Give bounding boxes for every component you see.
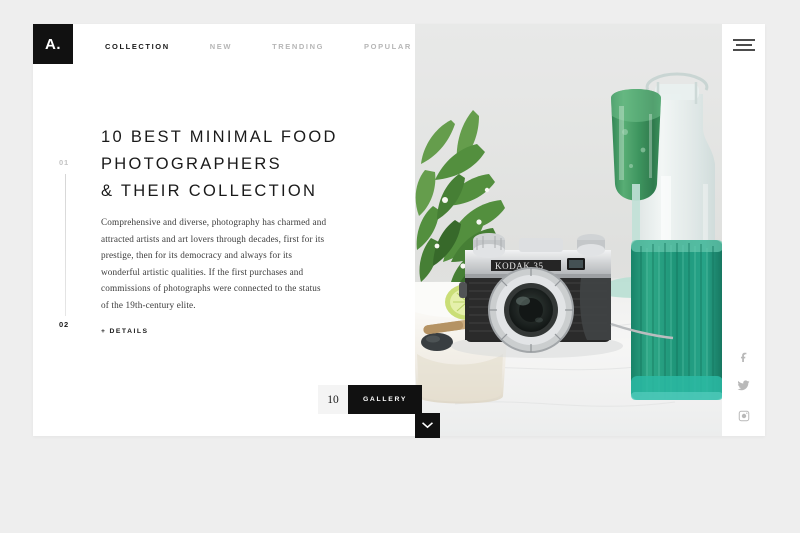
hamburger-menu-icon[interactable] [733,39,755,53]
instagram-icon[interactable] [737,409,750,422]
page-title: 10 BEST MINIMAL FOOD PHOTOGRAPHERS & THE… [101,124,401,205]
details-link-label: DETAILS [109,328,149,335]
hamburger-line-bottom [733,49,755,51]
page-title-line-3: & THEIR COLLECTION [101,182,318,200]
gallery-button[interactable]: GALLERY [348,385,422,414]
hero-photo-illustration: KODAK 35 [415,24,722,436]
hero-description: Comprehensive and diverse, photography h… [101,217,327,310]
hero-photo: KODAK 35 [415,24,722,436]
page-title-line-1: 10 BEST MINIMAL FOOD [101,128,338,146]
hero-content: 01 02 10 BEST MINIMAL FOOD PHOTOGRAPHERS… [33,24,415,436]
page-title-line-2: PHOTOGRAPHERS [101,155,282,173]
details-link[interactable]: + DETAILS [101,328,149,335]
slide-rail-line [65,174,66,316]
page-root: A. COLLECTION NEW TRENDING POPULAR 01 02… [0,0,800,533]
hero-card: A. COLLECTION NEW TRENDING POPULAR 01 02… [33,24,765,436]
hamburger-line-top [733,39,755,41]
facebook-icon[interactable] [737,349,750,362]
twitter-icon[interactable] [737,379,750,392]
slide-counter-rail: 01 02 [59,158,83,330]
scroll-down-button[interactable] [415,413,440,438]
right-utility-bar [722,24,765,436]
slide-number-total[interactable]: 02 [59,320,69,329]
slide-number-current[interactable]: 01 [59,158,69,167]
gallery-count: 10 [318,385,348,414]
hamburger-line-middle [736,44,752,46]
gallery-control-group: 10 GALLERY [318,385,422,414]
chevron-down-icon [422,422,433,429]
social-links [722,349,765,422]
plus-icon: + [101,328,107,335]
